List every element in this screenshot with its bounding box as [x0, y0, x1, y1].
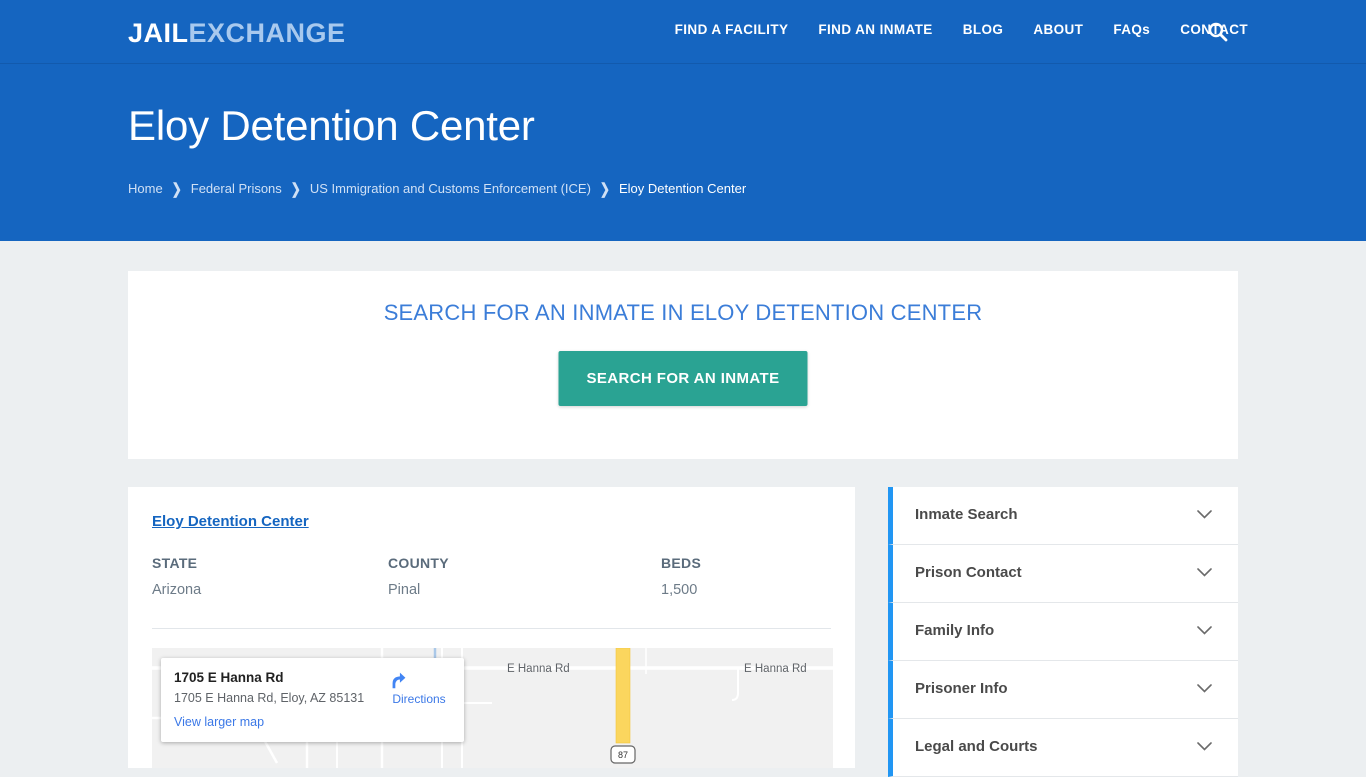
chevron-down-icon: [1197, 626, 1212, 635]
logo-text-secondary: EXCHANGE: [188, 18, 346, 48]
facility-info-card: Eloy Detention Center STATE Arizona COUN…: [128, 487, 855, 768]
sidebar-item-label: Inmate Search: [915, 506, 1018, 523]
chevron-right-icon: ❯: [290, 179, 301, 198]
facility-field-beds: BEDS 1,500: [661, 555, 701, 598]
location-map[interactable]: 87 E Hanna Rd E Hanna Rd 1705 E Hanna Rd…: [152, 648, 833, 768]
facility-field-state-label: STATE: [152, 555, 198, 571]
page-hero: Eloy Detention Center Home ❯ Federal Pri…: [0, 64, 1366, 241]
sidebar-item-label: Family Info: [915, 622, 995, 639]
nav-item-find-an-inmate[interactable]: FIND AN INMATE: [818, 22, 932, 37]
site-logo[interactable]: JAILEXCHANGE: [128, 18, 346, 49]
inmate-search-heading: SEARCH FOR AN INMATE IN ELOY DETENTION C…: [383, 300, 983, 325]
chevron-down-icon: [1197, 684, 1212, 693]
nav-item-blog[interactable]: BLOG: [963, 22, 1004, 37]
search-icon[interactable]: [1206, 20, 1230, 44]
map-highway-shield-label: 87: [618, 750, 628, 760]
chevron-right-icon: ❯: [599, 179, 610, 198]
breadcrumb-item-federal-prisons[interactable]: Federal Prisons: [191, 181, 282, 196]
nav-item-about[interactable]: ABOUT: [1033, 22, 1083, 37]
facility-field-county-value: Pinal: [388, 582, 421, 598]
breadcrumb-item-current: Eloy Detention Center: [618, 181, 747, 196]
site-header: JAILEXCHANGE FIND A FACILITY FIND AN INM…: [0, 0, 1366, 64]
sidebar-item-label: Prisoner Info: [915, 680, 1008, 697]
map-place-address: 1705 E Hanna Rd, Eloy, AZ 85131: [174, 691, 365, 705]
nav-item-find-a-facility[interactable]: FIND A FACILITY: [675, 22, 789, 37]
divider: [152, 628, 831, 629]
map-street-label-right: E Hanna Rd: [744, 663, 807, 675]
breadcrumb-item-ice[interactable]: US Immigration and Customs Enforcement (…: [310, 181, 591, 196]
chevron-down-icon: [1197, 742, 1212, 751]
facility-field-beds-value: 1,500: [661, 582, 698, 598]
chevron-right-icon: ❯: [171, 179, 182, 198]
chevron-down-icon: [1197, 510, 1212, 519]
page-title: Eloy Detention Center: [128, 102, 535, 149]
facility-name-link[interactable]: Eloy Detention Center: [152, 513, 309, 530]
sidebar-item-prisoner-info[interactable]: Prisoner Info: [888, 661, 1238, 719]
view-larger-map-link[interactable]: View larger map: [174, 715, 264, 729]
directions-arrow-icon: [392, 672, 406, 689]
sidebar-item-inmate-search[interactable]: Inmate Search: [888, 487, 1238, 545]
facility-field-county: COUNTY Pinal: [388, 555, 449, 598]
inmate-search-panel: SEARCH FOR AN INMATE IN ELOY DETENTION C…: [128, 271, 1238, 459]
facility-field-state-value: Arizona: [152, 582, 202, 598]
breadcrumb-item-home[interactable]: Home: [128, 181, 163, 196]
map-street-label-left: E Hanna Rd: [507, 663, 570, 675]
logo-text-primary: JAIL: [128, 18, 189, 48]
facility-field-beds-label: BEDS: [661, 555, 702, 571]
facility-field-state: STATE Arizona: [152, 555, 201, 598]
sidebar-item-prison-contact[interactable]: Prison Contact: [888, 545, 1238, 603]
sidebar-item-label: Prison Contact: [915, 564, 1022, 581]
chevron-down-icon: [1197, 568, 1212, 577]
breadcrumb: Home ❯ Federal Prisons ❯ US Immigration …: [128, 179, 747, 198]
map-place-title: 1705 E Hanna Rd: [174, 670, 284, 685]
main-navigation: FIND A FACILITY FIND AN INMATE BLOG ABOU…: [675, 22, 1248, 37]
sidebar-accordion: Inmate Search Prison Contact Family Info…: [888, 487, 1238, 777]
sidebar-item-legal-and-courts[interactable]: Legal and Courts: [888, 719, 1238, 777]
directions-label: Directions: [392, 692, 446, 706]
facility-field-county-label: COUNTY: [388, 555, 449, 571]
nav-item-faqs[interactable]: FAQs: [1113, 22, 1150, 37]
directions-button[interactable]: Directions: [388, 669, 450, 706]
search-for-an-inmate-button[interactable]: SEARCH FOR AN INMATE: [558, 351, 808, 406]
map-info-card: 1705 E Hanna Rd 1705 E Hanna Rd, Eloy, A…: [161, 658, 464, 742]
sidebar-item-family-info[interactable]: Family Info: [888, 603, 1238, 661]
sidebar-item-label: Legal and Courts: [915, 738, 1038, 755]
